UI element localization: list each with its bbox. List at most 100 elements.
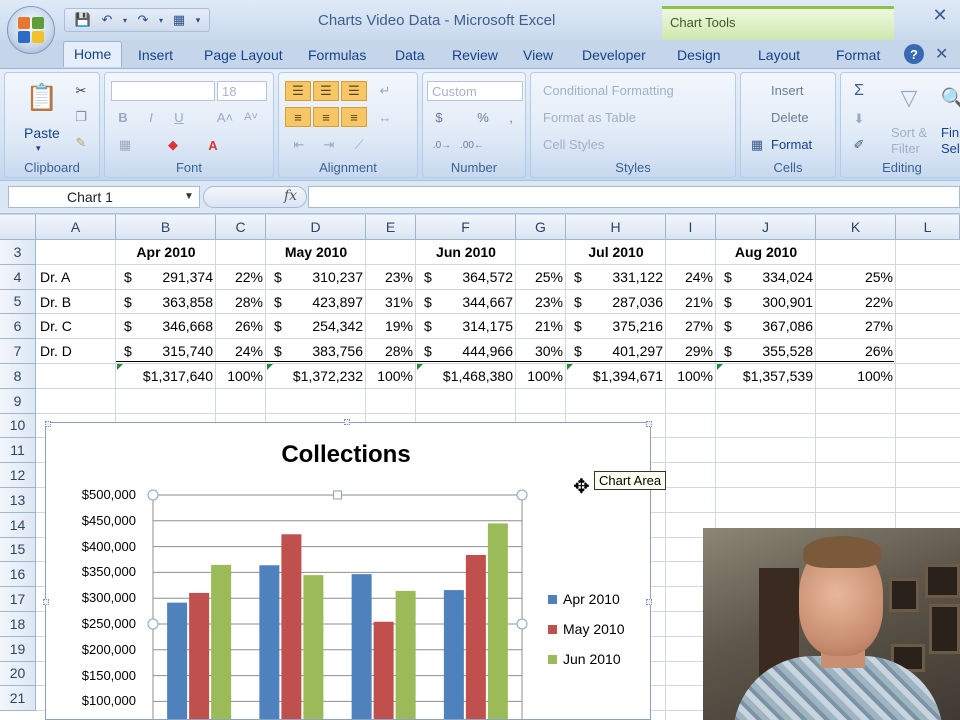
month-header[interactable]: Jun 2010 <box>416 240 516 264</box>
sort-filter-icon[interactable]: ▽ <box>895 83 923 113</box>
font-color-icon[interactable]: A <box>203 135 223 155</box>
row-header-8[interactable]: 8 <box>0 364 36 389</box>
align-center-icon[interactable]: ≡ <box>313 107 339 127</box>
format-painter-icon[interactable]: ✎ <box>71 133 91 153</box>
bar-may-2010-dr-d[interactable] <box>465 554 486 719</box>
amount-cell[interactable]: $310,237 <box>266 265 366 289</box>
amount-cell[interactable]: $383,756 <box>266 339 366 363</box>
percent-cell[interactable]: 25% <box>816 265 896 289</box>
column-header-e[interactable]: E <box>366 215 416 240</box>
undo-dropdown-icon[interactable]: ▾ <box>121 11 129 29</box>
insert-function-icon[interactable]: fx <box>284 188 297 204</box>
amount-cell[interactable]: $291,374 <box>116 265 216 289</box>
total-percent-cell[interactable]: 100% <box>366 364 416 388</box>
font-name-box[interactable] <box>111 81 215 101</box>
tab-review[interactable]: Review <box>452 47 498 63</box>
total-amount-cell[interactable]: $1,357,539 <box>720 364 816 388</box>
chart-plot[interactable] <box>46 423 650 719</box>
doctor-name[interactable]: Dr. C <box>40 314 116 338</box>
amount-cell[interactable]: $287,036 <box>566 290 666 314</box>
formula-input[interactable] <box>308 186 960 208</box>
total-percent-cell[interactable]: 100% <box>816 364 896 388</box>
tab-insert[interactable]: Insert <box>138 47 173 63</box>
amount-cell[interactable]: $300,901 <box>716 290 816 314</box>
row-header-20[interactable]: 20 <box>0 661 36 687</box>
merge-center-icon[interactable]: ↔ <box>375 107 395 127</box>
minimize-ribbon-icon[interactable]: ✕ <box>935 44 948 64</box>
row-header-13[interactable]: 13 <box>0 488 36 513</box>
row-header-18[interactable]: 18 <box>0 612 36 637</box>
bar-apr-2010-dr-a[interactable] <box>167 602 188 719</box>
selection-handle[interactable] <box>333 490 342 500</box>
italic-button[interactable]: I <box>141 107 161 127</box>
chart-frame-handle[interactable] <box>646 421 652 427</box>
align-middle-icon[interactable]: ☰ <box>313 81 339 101</box>
row-header-6[interactable]: 6 <box>0 314 36 340</box>
bar-jun-2010-dr-a[interactable] <box>211 564 232 719</box>
align-left-icon[interactable]: ≡ <box>285 107 311 127</box>
percent-cell[interactable]: 24% <box>666 265 716 289</box>
cut-icon[interactable]: ✂ <box>71 81 91 101</box>
bar-may-2010-dr-a[interactable] <box>189 592 210 719</box>
redo-dropdown-icon[interactable]: ▾ <box>157 11 165 29</box>
percent-cell[interactable]: 22% <box>216 265 266 289</box>
percent-cell[interactable]: 23% <box>516 290 566 314</box>
tab-design[interactable]: Design <box>677 47 721 63</box>
delete-cells-button[interactable]: Delete <box>771 110 809 125</box>
percent-cell[interactable]: 30% <box>516 339 566 363</box>
tab-view[interactable]: View <box>523 47 553 63</box>
row-header-19[interactable]: 19 <box>0 636 36 662</box>
bar-may-2010-dr-b[interactable] <box>281 534 302 719</box>
selection-handle[interactable] <box>147 618 159 630</box>
total-percent-cell[interactable]: 100% <box>666 364 716 388</box>
percent-cell[interactable]: 21% <box>516 314 566 338</box>
legend-item[interactable]: May 2010 <box>548 621 624 637</box>
percent-cell[interactable]: 26% <box>816 339 896 363</box>
amount-cell[interactable]: $331,122 <box>566 265 666 289</box>
amount-cell[interactable]: $364,572 <box>416 265 516 289</box>
wrap-text-icon[interactable]: ↵ <box>375 81 395 101</box>
selection-handle[interactable] <box>516 618 528 630</box>
total-percent-cell[interactable]: 100% <box>516 364 566 388</box>
decrease-decimal-icon[interactable]: .00← <box>459 135 485 155</box>
column-header-c[interactable]: C <box>216 215 266 240</box>
percent-cell[interactable]: 25% <box>516 265 566 289</box>
cell-styles-button[interactable]: Cell Styles <box>543 137 604 152</box>
row-header-7[interactable]: 7 <box>0 339 36 364</box>
copy-icon[interactable]: ❐ <box>71 107 91 127</box>
percent-cell[interactable]: 27% <box>816 314 896 338</box>
percent-cell[interactable]: 31% <box>366 290 416 314</box>
amount-cell[interactable]: $334,024 <box>716 265 816 289</box>
amount-cell[interactable]: $315,740 <box>116 339 216 363</box>
percent-cell[interactable]: 29% <box>666 339 716 363</box>
bar-jun-2010-dr-d[interactable] <box>487 523 508 719</box>
comma-style-icon[interactable]: , <box>501 107 521 127</box>
row-header-16[interactable]: 16 <box>0 562 36 588</box>
amount-cell[interactable]: $401,297 <box>566 339 666 363</box>
row-header-3[interactable]: 3 <box>0 240 36 265</box>
print-preview-icon[interactable]: ▦ <box>169 11 189 29</box>
percent-cell[interactable]: 22% <box>816 290 896 314</box>
font-size-box[interactable]: 18 <box>217 81 267 101</box>
chart-frame-handle[interactable] <box>646 599 652 605</box>
percent-cell[interactable]: 23% <box>366 265 416 289</box>
column-header-a[interactable]: A <box>36 215 116 240</box>
amount-cell[interactable]: $375,216 <box>566 314 666 338</box>
amount-cell[interactable]: $423,897 <box>266 290 366 314</box>
row-header-17[interactable]: 17 <box>0 587 36 612</box>
align-bottom-icon[interactable]: ☰ <box>341 81 367 101</box>
close-window-icon[interactable]: ✕ <box>920 0 960 30</box>
doctor-name[interactable]: Dr. A <box>40 265 116 289</box>
office-button[interactable] <box>7 6 55 54</box>
column-header-j[interactable]: J <box>716 215 816 240</box>
name-box-dropdown-icon[interactable]: ▼ <box>184 191 194 202</box>
amount-cell[interactable]: $314,175 <box>416 314 516 338</box>
bar-jun-2010-dr-c[interactable] <box>395 590 416 719</box>
orientation-icon[interactable]: ⟋ <box>349 135 369 155</box>
tab-layout[interactable]: Layout <box>758 47 800 63</box>
column-header-g[interactable]: G <box>516 215 566 240</box>
name-box[interactable]: Chart 1 <box>8 186 200 208</box>
tab-format[interactable]: Format <box>836 47 880 63</box>
percent-cell[interactable]: 27% <box>666 314 716 338</box>
increase-decimal-icon[interactable]: .0→ <box>429 135 455 155</box>
